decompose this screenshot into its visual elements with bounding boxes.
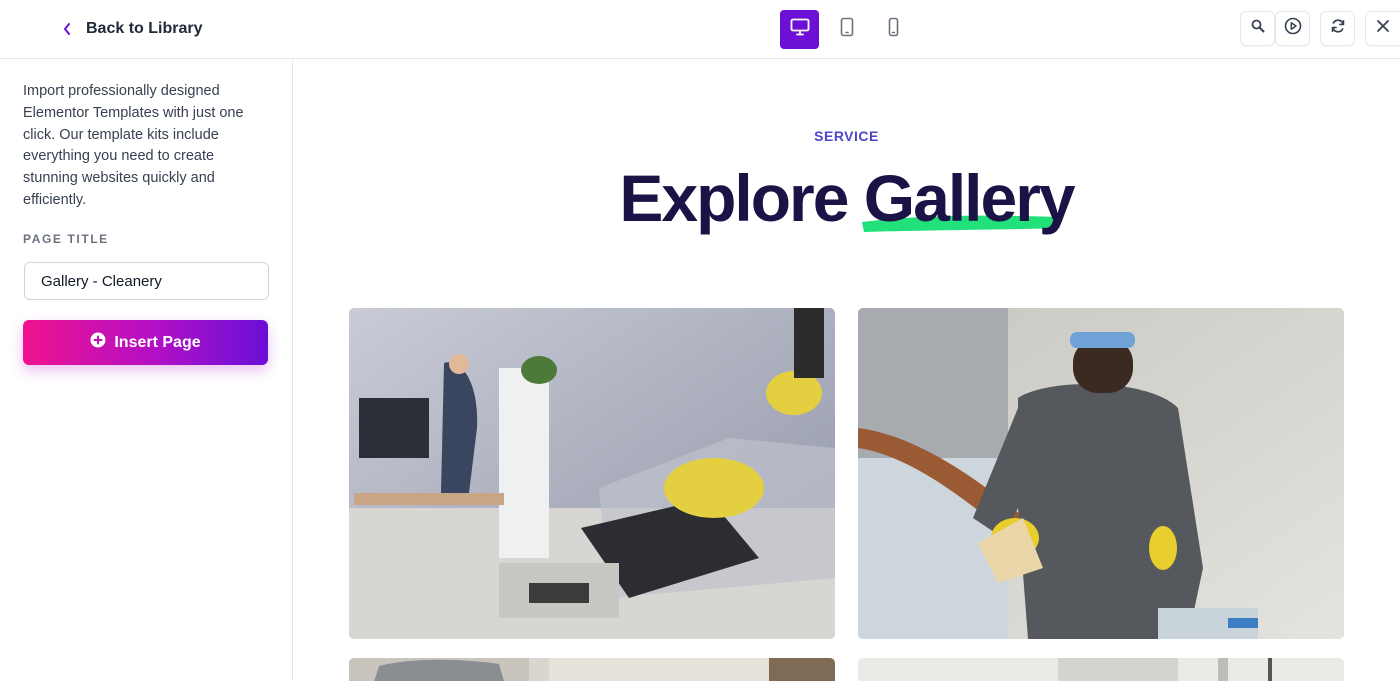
- template-description: Import professionally designed Elementor…: [23, 83, 244, 208]
- template-preview: SERVICE Explore Gallery: [293, 60, 1400, 681]
- page-title-input[interactable]: [24, 262, 269, 300]
- tablet-icon: [840, 17, 854, 42]
- gallery-image-row2-left: [349, 658, 835, 681]
- gallery-image-row2-right: [858, 658, 1344, 681]
- headline-word-2: Gallery: [863, 161, 1076, 235]
- page-title-label: PAGE TITLE: [23, 232, 109, 246]
- refresh-button[interactable]: [1320, 11, 1355, 46]
- plus-circle-icon: [90, 332, 106, 353]
- zoom-button[interactable]: [1240, 11, 1275, 46]
- gallery-image-railing-cleaning: [858, 308, 1344, 639]
- insert-page-label: Insert Page: [114, 333, 201, 351]
- device-switcher: [780, 10, 913, 49]
- close-button[interactable]: [1365, 11, 1400, 46]
- desktop-view-button[interactable]: [780, 10, 819, 49]
- insert-page-button[interactable]: Insert Page: [23, 320, 268, 365]
- back-to-library-button[interactable]: Back to Library: [58, 18, 202, 40]
- section-eyebrow: SERVICE: [814, 128, 879, 144]
- headline-word-1: Explore: [619, 161, 849, 235]
- preview-tools: [1240, 11, 1400, 46]
- mobile-icon: [888, 17, 899, 42]
- desktop-icon: [790, 18, 810, 41]
- close-icon: [1376, 19, 1390, 38]
- play-circle-icon: [1284, 17, 1302, 40]
- search-icon: [1251, 19, 1265, 38]
- top-bar: Back to Library: [0, 0, 1400, 59]
- headline-highlight: Gallery: [861, 160, 1076, 236]
- refresh-icon: [1330, 18, 1346, 39]
- tablet-view-button[interactable]: [827, 10, 866, 49]
- mobile-view-button[interactable]: [874, 10, 913, 49]
- preview-play-button[interactable]: [1275, 11, 1310, 46]
- sidebar: Import professionally designed Elementor…: [0, 60, 293, 681]
- chevron-left-icon: [58, 18, 76, 40]
- gallery-image-office-cleaning: [349, 308, 835, 639]
- gallery-headline: Explore Gallery: [293, 160, 1400, 236]
- back-to-library-label: Back to Library: [86, 20, 203, 37]
